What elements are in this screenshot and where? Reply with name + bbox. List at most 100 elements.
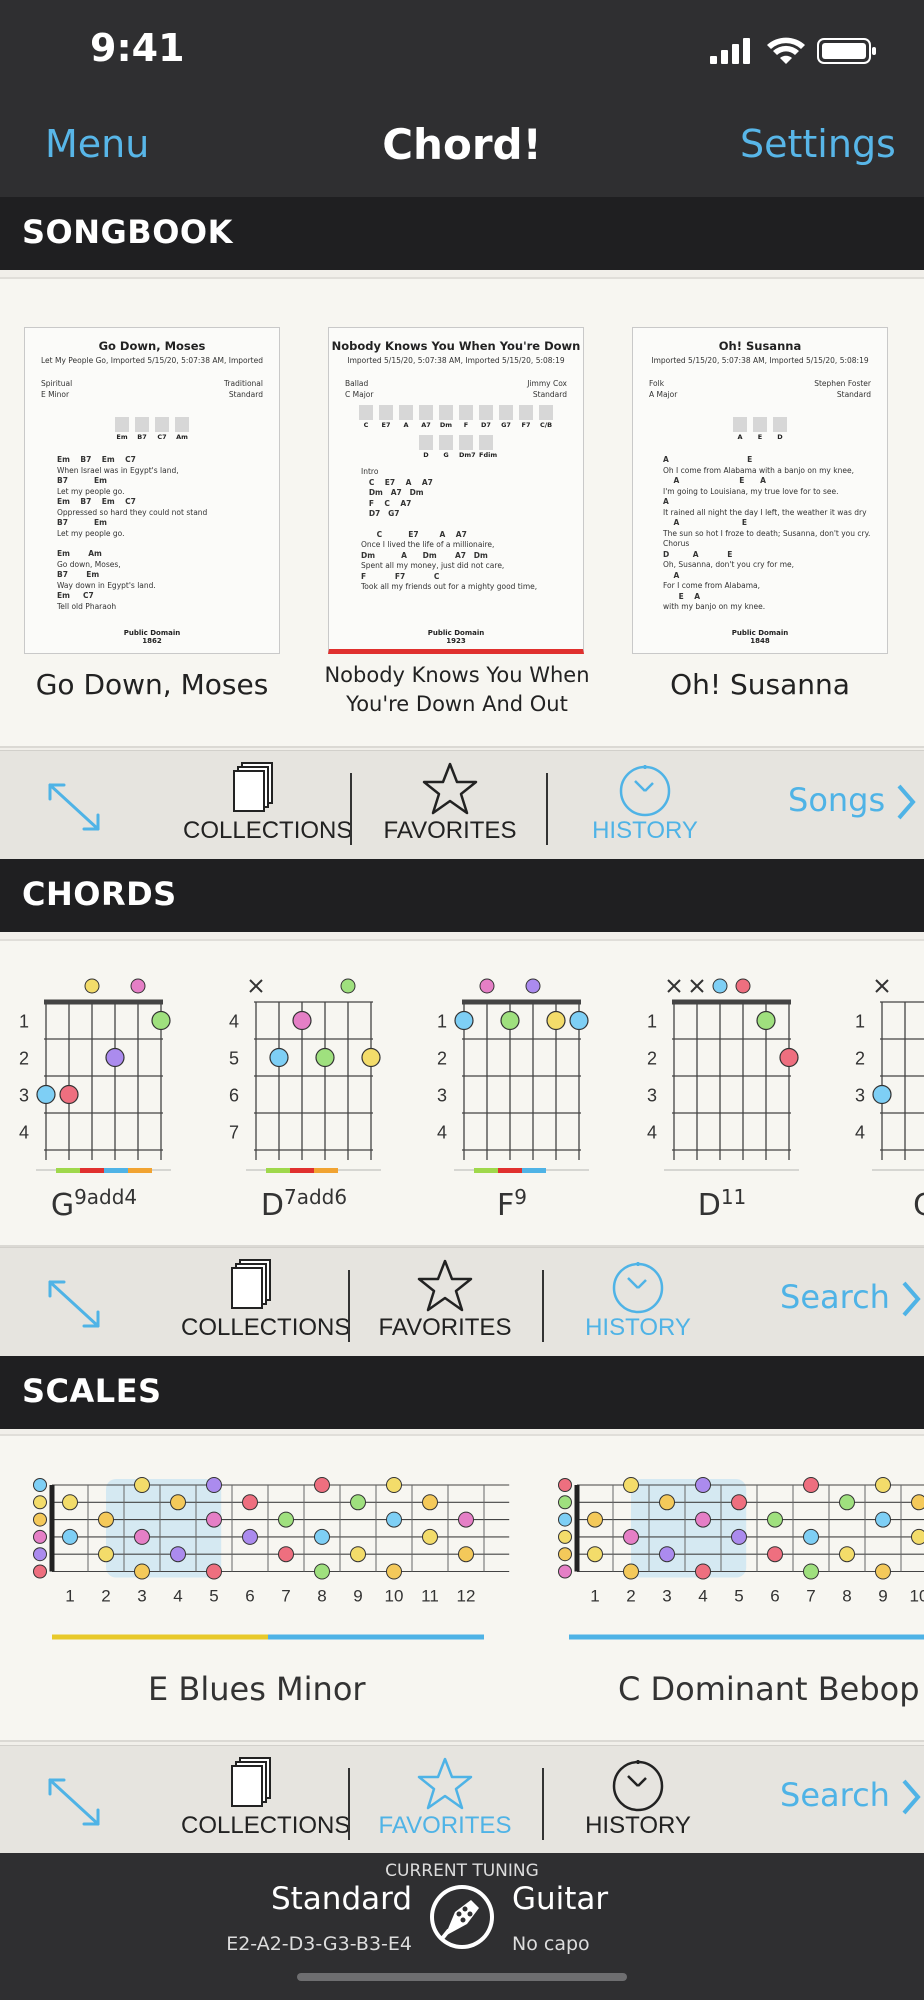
note-dot: [695, 1563, 711, 1580]
song-title[interactable]: Oh! Susanna: [622, 668, 898, 701]
favorites-button[interactable]: FAVORITES: [380, 761, 520, 845]
sheet-lyrics: Intro C E7 A A7 Dm A7 Dm F C A7 D7 G7 C …: [329, 467, 583, 593]
search-link[interactable]: Search: [780, 1278, 922, 1317]
sheet-key: E Minor: [41, 390, 70, 399]
note-dot: [206, 1563, 222, 1580]
songs-link[interactable]: Songs: [788, 781, 917, 820]
sheet-chord-label: G: [443, 451, 449, 459]
sheet-tuning: Standard: [836, 390, 871, 399]
sheet-key: A Major: [649, 390, 678, 399]
sheet-artist: Traditional: [223, 379, 263, 388]
expand-icon[interactable]: [44, 1774, 104, 1830]
scale-name[interactable]: C Dominant Bebop: [618, 1670, 920, 1708]
sheet-line: B7 Em: [57, 476, 107, 485]
note-dot: [386, 1477, 402, 1493]
interval-stripe: [56, 1168, 80, 1173]
sheet-chord-label: G7: [501, 421, 511, 429]
finger-dot: [315, 1047, 335, 1068]
sheet-line: Dm A7 Dm: [361, 488, 424, 497]
history-label: HISTORY: [592, 817, 698, 844]
chord-name[interactable]: F9: [442, 1185, 582, 1223]
note-dot: [33, 1478, 47, 1492]
song-sheet-thumbnail[interactable]: Go Down, Moses Let My People Go, Imported…: [24, 327, 280, 654]
chord-diagram[interactable]: 1 2 3 4: [855, 979, 924, 1171]
history-button[interactable]: HISTORY: [585, 761, 705, 845]
history-button[interactable]: HISTORY: [578, 1756, 698, 1840]
chord-diagram[interactable]: 1 2 3 4: [647, 978, 799, 1171]
favorites-label: FAVORITES: [378, 1812, 512, 1839]
sheet-subtitle: Imported 5/15/20, 5:07:38 AM, Imported 5…: [347, 356, 565, 365]
songbook-toolbar: COLLECTIONS FAVORITES HISTORY Songs: [0, 750, 924, 859]
scale-diagram[interactable]: 1 2 3 4 5 6 7 8 9 10: [558, 1477, 924, 1640]
note-dot: [33, 1564, 47, 1579]
note-dot: [623, 1563, 639, 1580]
favorites-button[interactable]: FAVORITES: [375, 1756, 515, 1840]
fret-number: 1: [65, 1587, 74, 1606]
note-dot: [803, 1528, 819, 1545]
fret-number: 12: [457, 1587, 476, 1606]
sheet-chord-label: Dm7: [459, 451, 476, 459]
collections-button[interactable]: COLLECTIONS: [181, 1756, 350, 1840]
song-title[interactable]: Go Down, Moses: [14, 668, 290, 701]
note-dot: [62, 1494, 78, 1511]
fret-number: 6: [245, 1587, 254, 1606]
section-header-songbook: SONGBOOK: [0, 197, 924, 270]
section-header-scales: SCALES: [0, 1356, 924, 1429]
song-sheet-thumbnail[interactable]: Nobody Knows You When You're Down Importe…: [328, 327, 584, 654]
fret-number: 4: [855, 1123, 865, 1143]
interval-stripe: [522, 1168, 546, 1173]
sheet-tuning: Standard: [532, 390, 567, 399]
note-dot: [558, 1495, 572, 1510]
search-label: Search: [780, 1776, 890, 1814]
sheet-line: Took all my friends out for a mighty goo…: [361, 582, 538, 591]
tuning-bar[interactable]: CURRENT TUNING Standard E2-A2-D3-G3-B3-E…: [0, 1853, 924, 2000]
collections-label: COLLECTIONS: [181, 1314, 351, 1341]
search-link[interactable]: Search: [780, 1776, 922, 1815]
history-button[interactable]: HISTORY: [578, 1258, 698, 1342]
note-dot: [422, 1494, 438, 1511]
collections-button[interactable]: COLLECTIONS: [183, 761, 352, 845]
chord-diagram[interactable]: 1 2 3 4: [437, 978, 589, 1173]
note-dot: [731, 1528, 747, 1545]
note-dot: [587, 1546, 603, 1563]
favorites-button[interactable]: FAVORITES: [375, 1258, 515, 1342]
sheet-line: C E7 A A7: [361, 477, 433, 487]
sheet-lyrics: A E Oh I come from Alabama with a banjo o…: [633, 455, 887, 613]
sheet-line: E A: [663, 591, 701, 601]
fret-number: 10: [385, 1587, 404, 1606]
note-dot: [558, 1512, 572, 1527]
interval-stripe: [314, 1168, 338, 1173]
tuning-heading: CURRENT TUNING: [385, 1861, 539, 1881]
expand-icon[interactable]: [44, 1276, 104, 1332]
chord-name[interactable]: G9add4: [24, 1185, 164, 1223]
chord-name[interactable]: D11: [652, 1185, 792, 1223]
divider: [542, 1270, 544, 1342]
settings-button[interactable]: Settings: [740, 122, 896, 166]
finger-dot: [151, 1010, 171, 1031]
scale-diagram[interactable]: 1 2 3 4 5 6 7 8 9 10 11 12: [33, 1477, 510, 1640]
sheet-chord-label: F: [463, 421, 469, 429]
chord-diagram[interactable]: 4 5 6 7: [229, 978, 381, 1173]
sheet-lyrics: Em B7 Em C7 When Israel was in Egypt's la…: [25, 455, 279, 612]
open-string-marker: [130, 978, 146, 994]
sheet-line: The sun so hot I froze to death; Susanna…: [663, 528, 871, 538]
sheet-key: C Major: [345, 390, 374, 399]
sheet-footer: Public Domain 1848: [633, 629, 887, 645]
sheet-genre: Ballad: [345, 379, 369, 388]
song-sheet-thumbnail[interactable]: Oh! Susanna Imported 5/15/20, 5:07:38 AM,…: [632, 327, 888, 654]
chord-name[interactable]: D7add6: [234, 1185, 374, 1223]
scale-name[interactable]: E Blues Minor: [148, 1670, 366, 1708]
collections-button[interactable]: COLLECTIONS: [181, 1258, 350, 1342]
song-title[interactable]: Nobody Knows You When You're Down And Ou…: [322, 661, 592, 719]
note-dot: [458, 1546, 474, 1563]
note-dot: [731, 1494, 747, 1511]
chord-name[interactable]: C7: [860, 1185, 924, 1223]
note-dot: [242, 1528, 258, 1545]
chord-diagram[interactable]: 1 2 3 4: [19, 978, 171, 1173]
expand-icon[interactable]: [44, 779, 104, 835]
sheet-line: B7 Em: [57, 518, 107, 527]
chevron-right-icon: [902, 1779, 921, 1815]
note-dot: [386, 1511, 402, 1528]
history-label: HISTORY: [585, 1812, 691, 1839]
interval-stripe: [474, 1168, 498, 1173]
